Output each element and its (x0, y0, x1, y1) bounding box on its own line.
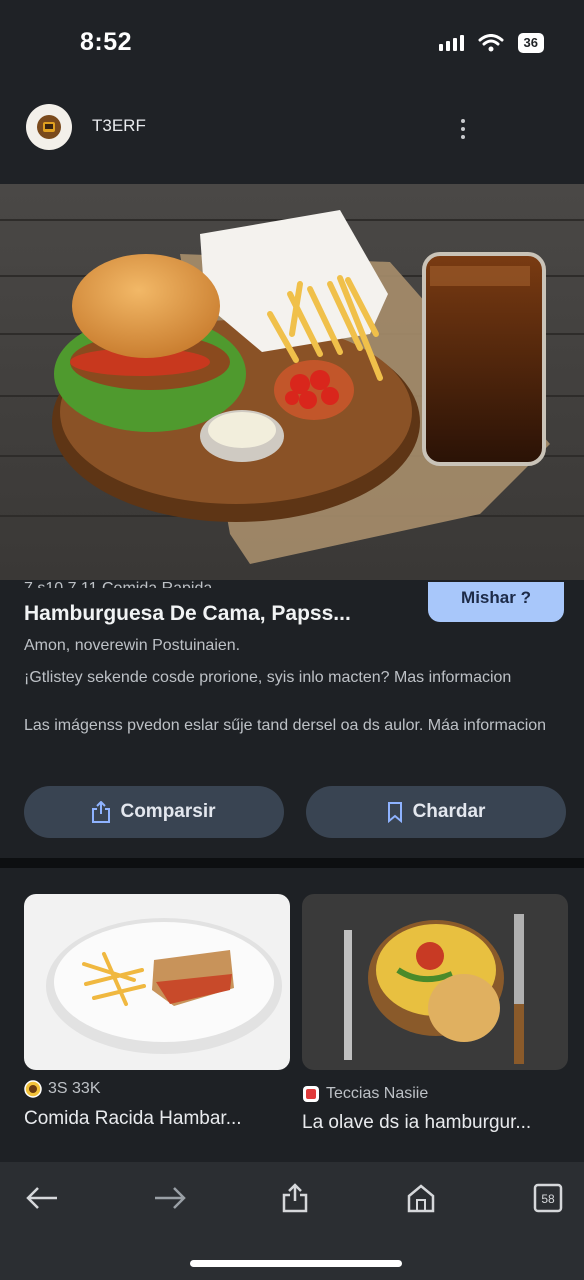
related-source-2[interactable]: Teccias Nasiie (302, 1085, 428, 1103)
tabs-icon: 58 (533, 1183, 563, 1213)
home-indicator[interactable] (190, 1260, 402, 1267)
share-icon (282, 1183, 308, 1213)
related-source-label: 3S 33K (48, 1080, 101, 1097)
wifi-icon (478, 34, 504, 52)
back-button[interactable] (22, 1180, 62, 1216)
tabs-button[interactable]: 58 (528, 1180, 568, 1216)
related-image-1[interactable] (24, 894, 290, 1070)
partial-caption: 7 s10 7.11 Comida Rapida (24, 574, 212, 588)
status-time: 8:52 (80, 28, 133, 56)
hero-image[interactable] (0, 184, 584, 580)
result-source[interactable]: Amon, noverewin Postuinaien. (24, 637, 240, 655)
burger-plate-image (302, 894, 568, 1070)
related-source-label: Teccias Nasiie (326, 1085, 429, 1102)
logo-icon (37, 115, 61, 139)
back-arrow-icon (26, 1187, 57, 1209)
bookmark-icon (387, 802, 402, 823)
info-text: ¡Gtlistey sekende cosde prorione, syis i… (24, 669, 512, 686)
copyright-notice: Las imágenss pvedon eslar sűje tand ders… (24, 717, 547, 734)
save-button[interactable]: Chardar (306, 786, 566, 838)
site-favicon-icon (24, 1080, 42, 1098)
sandwich-fries-image (24, 894, 290, 1070)
visit-button[interactable]: Mishar ? (428, 582, 564, 622)
status-icons: 36 (438, 33, 544, 53)
section-divider (0, 858, 584, 868)
signal-icon (438, 35, 464, 51)
site-logo[interactable] (26, 104, 72, 150)
share-icon (92, 801, 111, 823)
forward-button[interactable] (150, 1180, 190, 1216)
forward-arrow-icon (155, 1187, 186, 1209)
site-name[interactable]: T3ERF (92, 116, 146, 136)
share-button[interactable]: Comparsir (24, 786, 284, 838)
related-title-1[interactable]: Comida Racida Hambar... (24, 1108, 242, 1130)
battery-icon: 36 (517, 33, 544, 53)
related-source-1[interactable]: 3S 33K (24, 1080, 100, 1098)
site-header (0, 90, 584, 184)
more-options-button[interactable] (452, 112, 474, 146)
related-title-2[interactable]: La olave ds ia hamburgur... (302, 1112, 531, 1134)
home-icon (407, 1184, 435, 1213)
save-label: Chardar (412, 801, 486, 822)
share-label: Comparsir (120, 801, 216, 822)
nav-share-button[interactable] (275, 1180, 315, 1216)
svg-text:58: 58 (541, 1192, 555, 1206)
site-favicon-icon (303, 1086, 319, 1102)
result-title[interactable]: Hamburguesa De Cama, Papss... (24, 602, 351, 626)
home-button[interactable] (401, 1180, 441, 1216)
related-image-2[interactable] (302, 894, 568, 1070)
burger-meal-image (0, 184, 584, 580)
